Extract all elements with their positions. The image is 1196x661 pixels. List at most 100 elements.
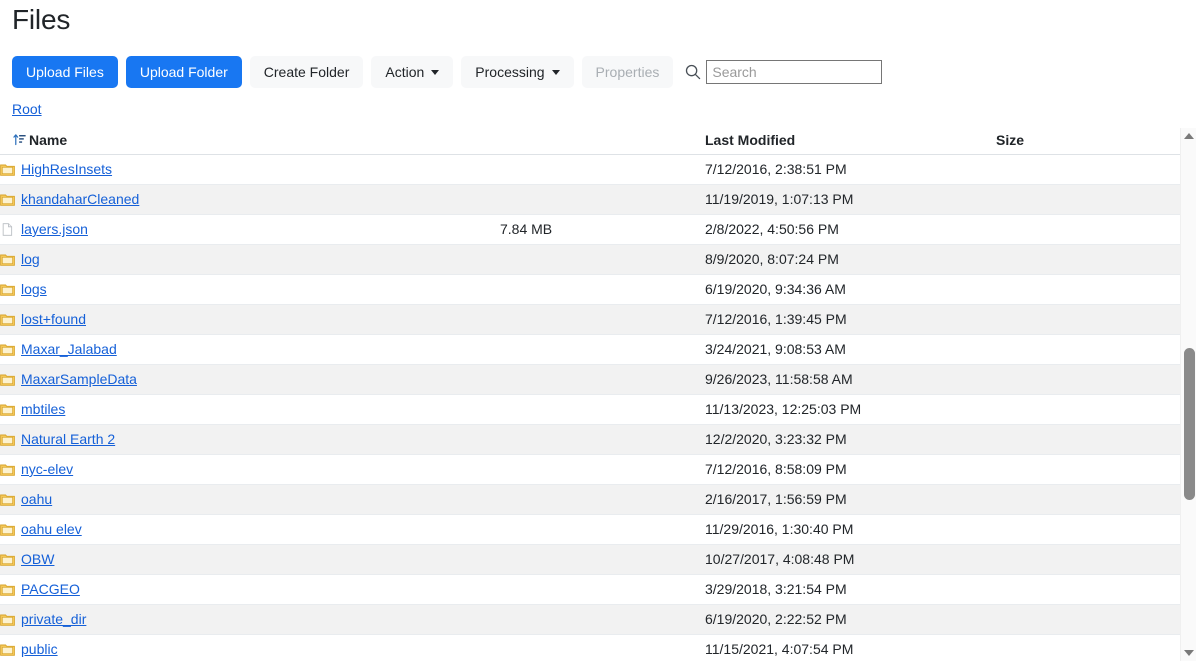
folder-icon (0, 433, 15, 446)
document-icon (0, 223, 15, 236)
action-dropdown-label: Action (385, 65, 424, 79)
triangle-down-glyph (1184, 650, 1194, 656)
table-row[interactable]: private_dir 6/19/2020, 2:22:52 PM (0, 604, 1180, 634)
column-header-name[interactable]: Name (0, 128, 500, 154)
table-row[interactable]: khandaharCleaned 11/19/2019, 1:07:13 PM (0, 184, 1180, 214)
breadcrumb-item-root[interactable]: Root (12, 101, 42, 117)
folder-icon (0, 253, 15, 266)
table-row[interactable]: nyc-elev 7/12/2016, 8:58:09 PM (0, 454, 1180, 484)
file-name-link[interactable]: MaxarSampleData (21, 371, 137, 387)
cell-last-modified: 7/12/2016, 1:39:45 PM (705, 304, 1180, 334)
table-row[interactable]: public 11/15/2021, 4:07:54 PM (0, 634, 1180, 661)
file-name-link[interactable]: PACGEO (21, 581, 80, 597)
folder-icon (0, 613, 15, 626)
cell-size (500, 154, 705, 184)
cell-last-modified: 11/19/2019, 1:07:13 PM (705, 184, 1180, 214)
cell-size (500, 304, 705, 334)
cell-name: oahu elev (0, 514, 500, 544)
file-name-link[interactable]: layers.json (21, 221, 88, 237)
scroll-up-arrow-icon[interactable] (1181, 128, 1196, 144)
cell-size (500, 454, 705, 484)
breadcrumb: Root (12, 100, 42, 118)
processing-dropdown-label: Processing (475, 65, 544, 79)
cell-last-modified: 3/29/2018, 3:21:54 PM (705, 574, 1180, 604)
cell-name: HighResInsets (0, 154, 500, 184)
column-header-name-label: Name (29, 132, 67, 148)
cell-last-modified: 10/27/2017, 4:08:48 PM (705, 544, 1180, 574)
file-table-body: HighResInsets7/12/2016, 2:38:51 PMkhanda… (0, 154, 1180, 661)
file-table-header: Name Size Last Modified (0, 128, 1180, 154)
folder-icon (0, 343, 15, 356)
table-row[interactable]: mbtiles 11/13/2023, 12:25:03 PM (0, 394, 1180, 424)
action-dropdown-button[interactable]: Action (371, 56, 453, 88)
table-row[interactable]: PACGEO 3/29/2018, 3:21:54 PM (0, 574, 1180, 604)
cell-name: Maxar_Jalabad (0, 334, 500, 364)
properties-button[interactable]: Properties (582, 56, 674, 88)
file-name-link[interactable]: logs (21, 281, 47, 297)
file-name-link[interactable]: Maxar_Jalabad (21, 341, 117, 357)
file-name-link[interactable]: OBW (21, 551, 54, 567)
table-row[interactable]: OBW 10/27/2017, 4:08:48 PM (0, 544, 1180, 574)
folder-icon (0, 463, 15, 476)
scrollbar-thumb[interactable] (1184, 348, 1195, 500)
search-input[interactable] (706, 60, 882, 84)
table-row[interactable]: lost+found 7/12/2016, 1:39:45 PM (0, 304, 1180, 334)
upload-files-button[interactable]: Upload Files (12, 56, 118, 88)
create-folder-button[interactable]: Create Folder (250, 56, 364, 88)
table-row[interactable]: oahu2/16/2017, 1:56:59 PM (0, 484, 1180, 514)
sort-amount-up-icon (13, 133, 26, 146)
table-row[interactable]: layers.json7.84 MB2/8/2022, 4:50:56 PM (0, 214, 1180, 244)
folder-icon (0, 523, 15, 536)
file-name-link[interactable]: khandaharCleaned (21, 191, 139, 207)
table-row[interactable]: Natural Earth 212/2/2020, 3:23:32 PM (0, 424, 1180, 454)
cell-size (500, 604, 705, 634)
cell-size (500, 544, 705, 574)
file-name-link[interactable]: lost+found (21, 311, 86, 327)
file-name-link[interactable]: mbtiles (21, 401, 65, 417)
cell-last-modified: 7/12/2016, 2:38:51 PM (705, 154, 1180, 184)
file-name-link[interactable]: HighResInsets (21, 161, 112, 177)
cell-size (500, 574, 705, 604)
cell-size (500, 184, 705, 214)
cell-last-modified: 7/12/2016, 8:58:09 PM (705, 454, 1180, 484)
table-row[interactable]: oahu elev11/29/2016, 1:30:40 PM (0, 514, 1180, 544)
table-header-row: Name Size Last Modified (0, 128, 1180, 154)
scroll-down-arrow-icon[interactable] (1181, 645, 1196, 661)
cell-size (500, 334, 705, 364)
chevron-down-icon (552, 70, 560, 75)
cell-size (500, 274, 705, 304)
toolbar: Upload Files Upload Folder Create Folder… (12, 56, 882, 88)
file-name-link[interactable]: public (21, 641, 58, 657)
cell-name: lost+found (0, 304, 500, 334)
file-name-link[interactable]: log (21, 251, 40, 267)
table-row[interactable]: log 8/9/2020, 8:07:24 PM (0, 244, 1180, 274)
column-header-last-modified-label: Last Modified (705, 132, 795, 148)
file-name-link[interactable]: Natural Earth 2 (21, 431, 115, 447)
vertical-scrollbar[interactable] (1180, 128, 1196, 661)
chevron-down-icon (431, 70, 439, 75)
table-row[interactable]: logs 6/19/2020, 9:34:36 AM (0, 274, 1180, 304)
cell-last-modified: 11/15/2021, 4:07:54 PM (705, 634, 1180, 661)
cell-last-modified: 6/19/2020, 2:22:52 PM (705, 604, 1180, 634)
cell-last-modified: 8/9/2020, 8:07:24 PM (705, 244, 1180, 274)
table-row[interactable]: HighResInsets 7/12/2016, 2:38:51 PM (0, 154, 1180, 184)
cell-name: oahu (0, 484, 500, 514)
upload-folder-button[interactable]: Upload Folder (126, 56, 242, 88)
cell-name: Natural Earth 2 (0, 424, 500, 454)
table-row[interactable]: Maxar_Jalabad3/24/2021, 9:08:53 AM (0, 334, 1180, 364)
cell-last-modified: 6/19/2020, 9:34:36 AM (705, 274, 1180, 304)
file-name-link[interactable]: private_dir (21, 611, 86, 627)
file-name-link[interactable]: oahu elev (21, 521, 82, 537)
folder-icon (0, 643, 15, 656)
table-row[interactable]: MaxarSampleData9/26/2023, 11:58:58 AM (0, 364, 1180, 394)
cell-name: layers.json (0, 214, 500, 244)
file-name-link[interactable]: nyc-elev (21, 461, 73, 477)
column-header-size[interactable]: Size (500, 128, 705, 154)
column-header-last-modified[interactable]: Last Modified (705, 128, 1180, 154)
processing-dropdown-button[interactable]: Processing (461, 56, 573, 88)
folder-icon (0, 193, 15, 206)
cell-last-modified: 11/13/2023, 12:25:03 PM (705, 394, 1180, 424)
file-name-link[interactable]: oahu (21, 491, 52, 507)
cell-name: khandaharCleaned (0, 184, 500, 214)
search-icon[interactable] (685, 64, 701, 80)
